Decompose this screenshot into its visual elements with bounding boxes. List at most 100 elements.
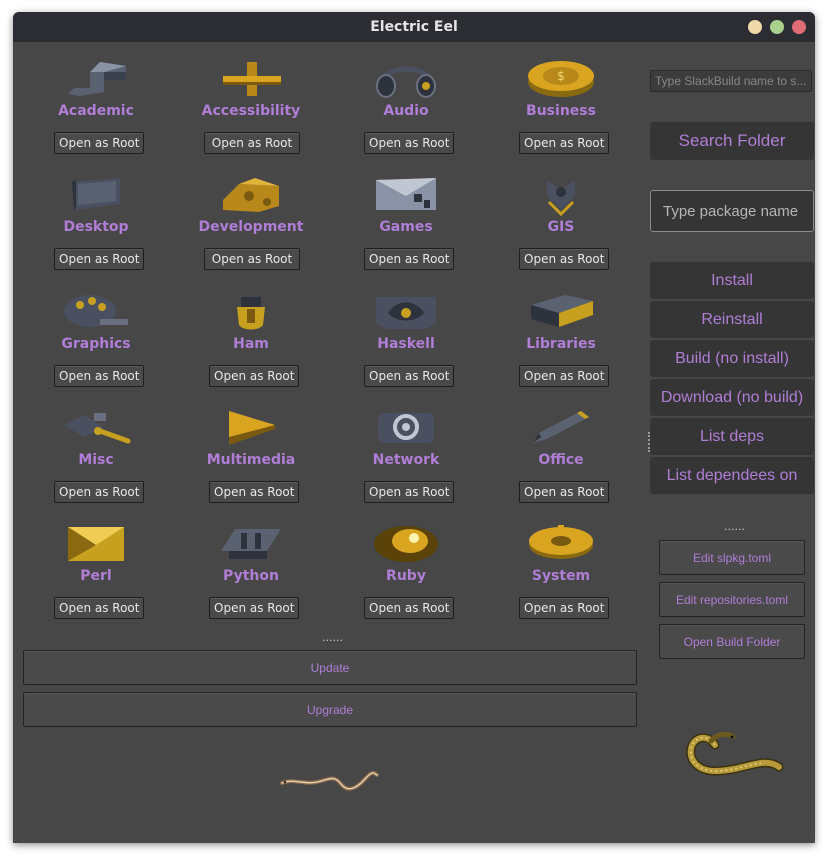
resize-grip[interactable] [648,432,652,452]
open-build-folder-button[interactable]: Open Build Folder [659,624,805,659]
category-label[interactable]: Academic [21,103,171,119]
category-gis[interactable]: GIS Open as Root [486,174,636,290]
category-label[interactable]: System [486,568,636,584]
edit-repositories-button[interactable]: Edit repositories.toml [659,582,805,617]
open-as-root-button[interactable]: Open as Root [54,597,145,619]
open-as-root-button[interactable]: Open as Root [364,132,455,154]
category-label[interactable]: Ham [176,336,326,352]
category-audio[interactable]: Audio Open as Root [331,58,481,174]
category-label[interactable]: GIS [486,219,636,235]
category-ruby[interactable]: Ruby Open as Root [331,523,481,639]
open-as-root-button[interactable]: Open as Root [364,365,455,387]
list-dependees-button[interactable]: List dependees on [650,457,814,494]
perl-icon[interactable] [60,523,132,565]
category-python[interactable]: Python Open as Root [176,523,326,639]
category-ham[interactable]: Ham Open as Root [176,291,326,407]
haskell-icon[interactable] [370,291,442,333]
pen-icon[interactable] [525,407,597,449]
download-no-build-button[interactable]: Download (no build) [650,379,814,416]
category-label[interactable]: Development [176,219,326,235]
category-label[interactable]: Perl [21,568,171,584]
open-as-root-button[interactable]: Open as Root [519,248,610,270]
category-misc[interactable]: Misc Open as Root [21,407,171,523]
upgrade-button[interactable]: Upgrade [23,692,637,727]
category-academic[interactable]: Academic Open as Root [21,58,171,174]
edit-slpkg-button[interactable]: Edit slpkg.toml [659,540,805,575]
category-system[interactable]: System Open as Root [486,523,636,639]
install-button[interactable]: Install [650,262,814,299]
open-as-root-button[interactable]: Open as Root [209,597,300,619]
category-label[interactable]: Games [331,219,481,235]
category-label[interactable]: Haskell [331,336,481,352]
gem-icon[interactable] [370,523,442,565]
headphones-icon[interactable] [370,58,442,100]
category-label[interactable]: Ruby [331,568,481,584]
coin-icon[interactable]: $ [525,58,597,100]
map-pin-icon[interactable] [525,174,597,217]
category-label[interactable]: Graphics [21,336,171,352]
list-deps-button[interactable]: List deps [650,418,814,455]
gear-icon[interactable] [525,523,597,565]
category-accessibility[interactable]: Accessibility Open as Root [176,58,326,174]
category-label[interactable]: Libraries [486,336,636,352]
category-haskell[interactable]: Haskell Open as Root [331,291,481,407]
eel-logo-icon [686,731,784,776]
palette-icon[interactable] [60,291,132,333]
ham-icon[interactable] [215,291,287,333]
category-label[interactable]: Multimedia [176,452,326,468]
category-label[interactable]: Desktop [21,219,171,235]
close-button[interactable] [792,20,806,34]
maximize-button[interactable] [770,20,784,34]
open-as-root-button[interactable]: Open as Root [364,481,455,503]
open-as-root-button[interactable]: Open as Root [54,248,145,270]
category-label[interactable]: Business [486,103,636,119]
academic-icon[interactable] [60,58,132,100]
open-as-root-button[interactable]: Open as Root [54,481,145,503]
open-as-root-button[interactable]: Open as Root [204,248,300,270]
category-label[interactable]: Office [486,452,636,468]
monitor-icon[interactable] [60,174,132,216]
build-no-install-button[interactable]: Build (no install) [650,340,814,377]
search-folder-button[interactable]: Search Folder [650,122,814,160]
open-as-root-button[interactable]: Open as Root [519,597,610,619]
play-icon[interactable] [215,407,287,449]
reinstall-button[interactable]: Reinstall [650,301,814,338]
open-as-root-button[interactable]: Open as Root [519,365,610,387]
book-icon[interactable] [525,291,597,333]
category-label[interactable]: Misc [21,452,171,468]
package-name-input[interactable] [650,190,814,232]
games-icon[interactable] [370,174,442,216]
category-office[interactable]: Office Open as Root [486,407,636,523]
slackbuild-search-input[interactable] [650,70,812,92]
sidebar-divider: ...... [724,520,745,533]
category-label[interactable]: Audio [331,103,481,119]
category-libraries[interactable]: Libraries Open as Root [486,291,636,407]
tools-icon[interactable] [60,407,132,449]
category-graphics[interactable]: Graphics Open as Root [21,291,171,407]
puzzle-icon[interactable] [215,174,287,216]
accessibility-icon[interactable] [215,58,287,100]
open-as-root-button[interactable]: Open as Root [519,481,610,503]
category-multimedia[interactable]: Multimedia Open as Root [176,407,326,523]
open-as-root-button[interactable]: Open as Root [209,365,300,387]
open-as-root-button[interactable]: Open as Root [364,597,455,619]
category-games[interactable]: Games Open as Root [331,174,481,290]
open-as-root-button[interactable]: Open as Root [204,132,300,154]
open-as-root-button[interactable]: Open as Root [54,365,145,387]
category-network[interactable]: Network Open as Root [331,407,481,523]
open-as-root-button[interactable]: Open as Root [54,132,145,154]
at-sign-icon[interactable] [370,407,442,449]
open-as-root-button[interactable]: Open as Root [364,248,455,270]
category-perl[interactable]: Perl Open as Root [21,523,171,639]
category-label[interactable]: Network [331,452,481,468]
open-as-root-button[interactable]: Open as Root [519,132,610,154]
category-desktop[interactable]: Desktop Open as Root [21,174,171,290]
minimize-button[interactable] [748,20,762,34]
category-label[interactable]: Accessibility [176,103,326,119]
category-label[interactable]: Python [176,568,326,584]
hash-icon[interactable] [215,523,287,565]
category-development[interactable]: Development Open as Root [176,174,326,290]
open-as-root-button[interactable]: Open as Root [209,481,300,503]
category-business[interactable]: $ Business Open as Root [486,58,636,174]
update-button[interactable]: Update [23,650,637,685]
